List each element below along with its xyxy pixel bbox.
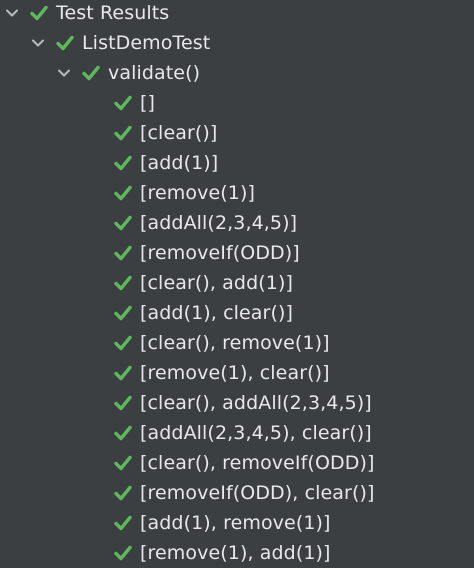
suite-label: ListDemoTest — [82, 32, 211, 54]
test-case-label: [clear(), remove(1)] — [140, 332, 330, 354]
check-icon — [112, 212, 134, 234]
test-case-row[interactable]: [clear(), add(1)] — [0, 268, 474, 298]
test-case-label: [clear(), add(1)] — [140, 272, 293, 294]
test-case-label: [clear(), removeIf(ODD)] — [140, 452, 375, 474]
test-case-label: [] — [140, 92, 156, 114]
check-icon — [112, 302, 134, 324]
test-results-tree: Test Results ListDemoTest validate() [] [… — [0, 0, 474, 566]
tree-node-test-results[interactable]: Test Results — [0, 0, 474, 28]
chevron-down-icon[interactable] — [2, 3, 22, 23]
check-icon — [112, 452, 134, 474]
test-case-label: [removeIf(ODD), clear()] — [140, 482, 375, 504]
check-icon — [54, 32, 76, 54]
test-case-row[interactable]: [] — [0, 88, 474, 118]
check-icon — [112, 422, 134, 444]
test-case-row[interactable]: [add(1), clear()] — [0, 298, 474, 328]
test-case-row[interactable]: [addAll(2,3,4,5)] — [0, 208, 474, 238]
test-case-row[interactable]: [remove(1), clear()] — [0, 358, 474, 388]
test-case-row[interactable]: [removeIf(ODD), clear()] — [0, 478, 474, 508]
check-icon — [112, 152, 134, 174]
test-case-row[interactable]: [remove(1)] — [0, 178, 474, 208]
test-case-label: [removeIf(ODD)] — [140, 242, 300, 264]
check-icon — [112, 512, 134, 534]
check-icon — [112, 392, 134, 414]
test-case-label: [remove(1), clear()] — [140, 362, 330, 384]
test-case-row[interactable]: [add(1)] — [0, 148, 474, 178]
test-case-label: [add(1)] — [140, 152, 219, 174]
check-icon — [112, 332, 134, 354]
test-case-label: [clear()] — [140, 122, 218, 144]
test-case-label: [remove(1)] — [140, 182, 255, 204]
test-case-label: [clear(), addAll(2,3,4,5)] — [140, 392, 372, 414]
test-case-row[interactable]: [clear(), addAll(2,3,4,5)] — [0, 388, 474, 418]
tree-node-method[interactable]: validate() — [0, 58, 474, 88]
test-case-row[interactable]: [removeIf(ODD)] — [0, 238, 474, 268]
test-case-row[interactable]: [add(1), remove(1)] — [0, 508, 474, 538]
check-icon — [112, 242, 134, 264]
chevron-down-icon[interactable] — [54, 63, 74, 83]
root-label: Test Results — [56, 2, 170, 24]
test-case-row[interactable]: [remove(1), add(1)] — [0, 538, 474, 568]
test-case-label: [remove(1), add(1)] — [140, 542, 331, 564]
chevron-down-icon[interactable] — [28, 33, 48, 53]
method-label: validate() — [108, 62, 201, 84]
test-case-label: [addAll(2,3,4,5)] — [140, 212, 298, 234]
test-case-label: [add(1), remove(1)] — [140, 512, 331, 534]
test-case-row[interactable]: [addAll(2,3,4,5), clear()] — [0, 418, 474, 448]
tree-node-suite[interactable]: ListDemoTest — [0, 28, 474, 58]
test-case-row[interactable]: [clear(), remove(1)] — [0, 328, 474, 358]
check-icon — [28, 2, 50, 24]
check-icon — [80, 62, 102, 84]
check-icon — [112, 362, 134, 384]
check-icon — [112, 272, 134, 294]
check-icon — [112, 182, 134, 204]
test-case-label: [add(1), clear()] — [140, 302, 293, 324]
check-icon — [112, 542, 134, 564]
check-icon — [112, 482, 134, 504]
test-case-label: [addAll(2,3,4,5), clear()] — [140, 422, 372, 444]
test-case-row[interactable]: [clear()] — [0, 118, 474, 148]
test-case-row[interactable]: [clear(), removeIf(ODD)] — [0, 448, 474, 478]
check-icon — [112, 92, 134, 114]
check-icon — [112, 122, 134, 144]
